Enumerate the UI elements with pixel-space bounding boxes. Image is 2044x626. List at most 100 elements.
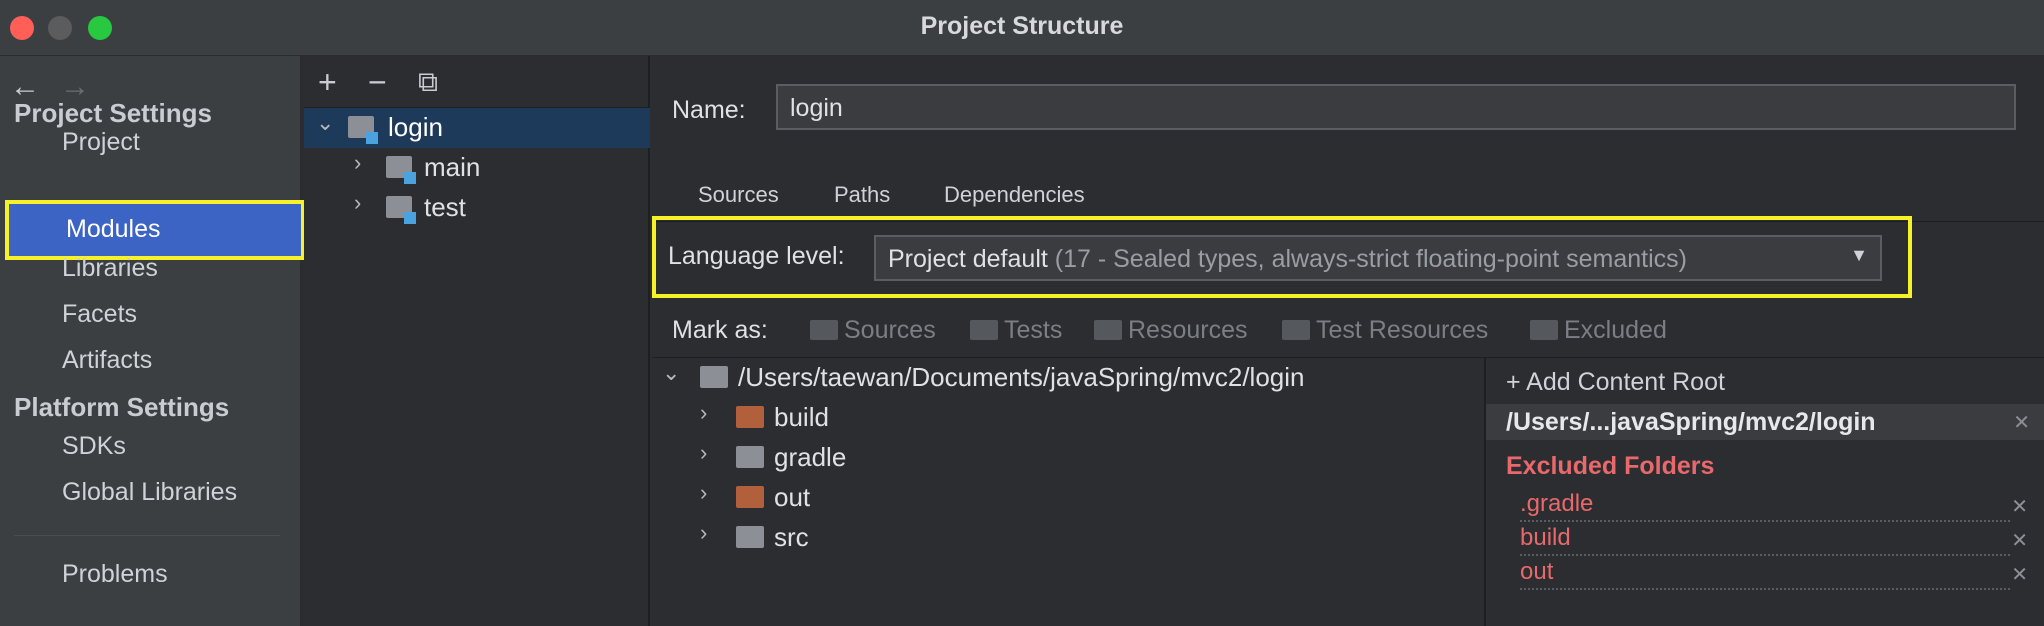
folder-icon [700, 366, 728, 388]
source-folder-icon [386, 196, 416, 224]
language-level-detail: (17 - Sealed types, always-strict floati… [1054, 245, 1687, 273]
language-level-dropdown[interactable]: Project default (17 - Sealed types, alwa… [874, 235, 1882, 281]
folder-icon [970, 320, 998, 340]
plus-icon: + [1506, 368, 1527, 396]
chevron-down-icon[interactable]: ⌄ [662, 360, 680, 386]
content-root-panel: + Add Content Root /Users/...javaSpring/… [1484, 358, 2044, 626]
chevron-right-icon[interactable]: › [700, 440, 707, 466]
sidebar-item-problems[interactable]: Problems [62, 560, 168, 589]
folder-icon [736, 526, 764, 548]
content-root-path: /Users/taewan/Documents/javaSpring/mvc2/… [738, 362, 1305, 392]
folder-icon [810, 320, 838, 340]
copy-module-button[interactable]: ⧉ [418, 66, 438, 99]
remove-excluded-icon[interactable]: ✕ [2011, 494, 2028, 519]
module-tree-label: login [388, 112, 443, 142]
tab-paths[interactable]: Paths [834, 182, 890, 208]
excluded-folder-name: build [1520, 524, 1575, 552]
module-tree-item-login[interactable]: ⌄ login [304, 108, 650, 148]
sidebar-item-artifacts[interactable]: Artifacts [62, 346, 152, 375]
remove-module-button[interactable]: − [368, 64, 387, 101]
module-tabs: Sources Paths Dependencies [652, 172, 2044, 222]
mark-as-sources-button[interactable]: Sources [810, 316, 936, 345]
mark-as-test-resources-button[interactable]: Test Resources [1282, 316, 1488, 345]
remove-excluded-icon[interactable]: ✕ [2011, 562, 2028, 587]
sidebar-divider [14, 535, 280, 536]
excluded-folder-icon [736, 486, 764, 508]
mark-as-test-resources-label: Test Resources [1316, 316, 1489, 344]
content-tree-row-src[interactable]: › src [652, 518, 1482, 558]
mark-as-excluded-button[interactable]: Excluded [1530, 316, 1667, 345]
chevron-right-icon[interactable]: › [700, 480, 707, 506]
mark-as-resources-button[interactable]: Resources [1094, 316, 1248, 345]
remove-content-root-icon[interactable]: ✕ [2013, 410, 2030, 435]
sidebar-item-facets[interactable]: Facets [62, 300, 137, 329]
module-tree-label: test [424, 192, 466, 222]
add-content-root-button[interactable]: + Add Content Root [1506, 368, 1725, 397]
mark-as-toolbar: Mark as: Sources Tests Resources Test Re… [652, 302, 2044, 358]
title-bar: Project Structure [0, 0, 2044, 56]
module-tree-item-test[interactable]: › test [304, 188, 650, 228]
sidebar-item-modules-label: Modules [66, 215, 161, 243]
chevron-right-icon[interactable]: › [354, 150, 361, 176]
sidebar-item-modules[interactable]: Modules [5, 200, 305, 260]
project-settings-heading: Project Settings [14, 98, 212, 128]
content-root-short-path: /Users/...javaSpring/mvc2/login [1506, 408, 1876, 436]
mark-as-label: Mark as: [672, 316, 768, 344]
content-tree-label: gradle [774, 442, 847, 472]
module-toolbar: + − ⧉ [304, 56, 650, 108]
module-folder-icon [348, 116, 378, 144]
source-folder-icon [386, 156, 416, 184]
chevron-right-icon[interactable]: › [354, 190, 361, 216]
sidebar-item-sdks[interactable]: SDKs [62, 432, 126, 461]
module-settings-panel: Name: login Sources Paths Dependencies L… [652, 56, 2044, 626]
mark-as-excluded-label: Excluded [1564, 316, 1667, 344]
sidebar-item-libraries[interactable]: Libraries [62, 254, 158, 283]
chevron-right-icon[interactable]: › [700, 520, 707, 546]
resources-folder-icon [1094, 320, 1122, 340]
platform-settings-heading: Platform Settings [14, 392, 230, 422]
module-tree-label: main [424, 152, 481, 182]
settings-sidebar: ← → Project Settings Project Modules Lib… [0, 56, 305, 626]
content-tree-row-gradle[interactable]: › gradle [652, 438, 1482, 478]
excluded-folder-row: .gradle [1520, 488, 2010, 522]
content-tree-label: out [774, 482, 811, 512]
add-content-root-label: Add Content Root [1526, 368, 1725, 396]
module-tree-item-main[interactable]: › main [304, 148, 650, 188]
content-tree-row-out[interactable]: › out [652, 478, 1482, 518]
excluded-folder-row: out [1520, 556, 2010, 590]
mark-as-tests-button[interactable]: Tests [970, 316, 1062, 345]
content-tree-label: src [774, 522, 809, 552]
test-resources-folder-icon [1282, 320, 1310, 340]
folder-icon [736, 446, 764, 468]
module-name-input[interactable]: login [776, 84, 2016, 130]
excluded-folder-name: out [1520, 558, 1558, 586]
add-module-button[interactable]: + [318, 64, 337, 101]
sidebar-item-project[interactable]: Project [62, 128, 140, 157]
content-root-row[interactable]: /Users/...javaSpring/mvc2/login ✕ [1486, 404, 2044, 440]
content-tree-row-build[interactable]: › build [652, 398, 1482, 438]
tab-sources[interactable]: Sources [698, 182, 779, 208]
language-level-label: Language level: [668, 242, 845, 270]
window-title: Project Structure [920, 12, 1124, 40]
tab-dependencies[interactable]: Dependencies [944, 182, 1085, 208]
excluded-folder-icon [736, 406, 764, 428]
sidebar-item-global-libraries[interactable]: Global Libraries [62, 478, 237, 507]
chevron-down-icon[interactable]: ⌄ [316, 110, 334, 136]
name-label: Name: [672, 96, 746, 124]
mark-as-sources-label: Sources [844, 316, 936, 344]
excluded-folder-row: build [1520, 522, 2010, 556]
chevron-right-icon[interactable]: › [700, 400, 707, 426]
module-tree-panel: + − ⧉ ⌄ login › main › test [304, 56, 650, 626]
content-tree-label: build [774, 402, 829, 432]
mark-as-tests-label: Tests [1004, 316, 1063, 344]
excluded-folders-heading: Excluded Folders [1506, 452, 1715, 480]
dropdown-arrow-icon: ▼ [1850, 245, 1868, 265]
remove-excluded-icon[interactable]: ✕ [2011, 528, 2028, 553]
excluded-folder-name: .gradle [1520, 490, 1598, 518]
mark-as-resources-label: Resources [1128, 316, 1248, 344]
content-tree-root-row[interactable]: ⌄ /Users/taewan/Documents/javaSpring/mvc… [652, 358, 1482, 398]
language-level-highlight: Language level: Project default (17 - Se… [652, 216, 1912, 298]
content-root-tree: ⌄ /Users/taewan/Documents/javaSpring/mvc… [652, 358, 1482, 626]
language-level-value: Project default [888, 245, 1048, 273]
excluded-folder-icon [1530, 320, 1558, 340]
